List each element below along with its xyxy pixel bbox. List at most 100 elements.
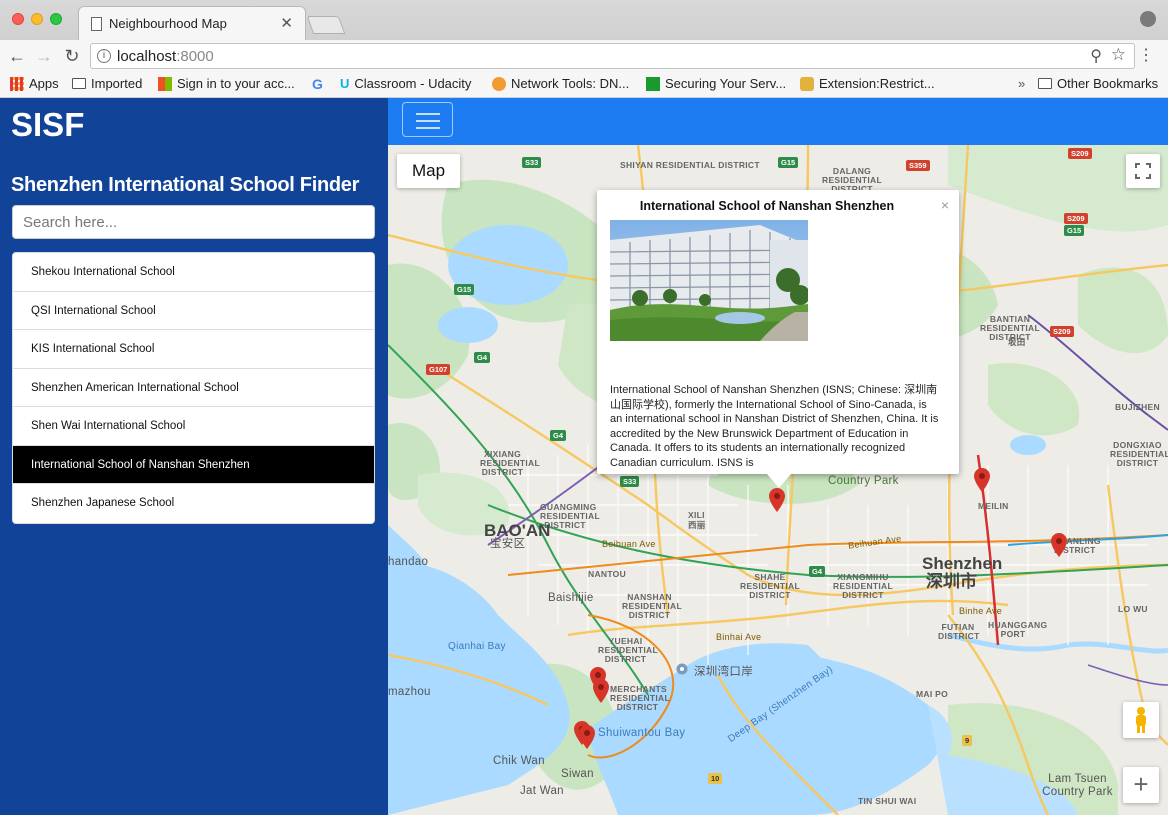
close-icon[interactable]: × [941,197,949,213]
highway-shield: G4 [809,566,826,577]
map-label: 深圳市 [926,572,977,591]
google-icon: G [312,76,323,92]
highway-shield: S359 [906,160,930,171]
forward-arrow-icon[interactable]: → [33,45,55,67]
folder-icon [72,78,86,89]
pegman-icon [1136,707,1146,733]
highway-shield: G15 [1064,225,1085,236]
map-label: DONGXIAO RESIDENTIAL DISTRICT [1110,440,1168,468]
map-label: 西丽 [688,520,706,530]
bookmark-google[interactable]: G [312,76,323,92]
school-photo-image [610,220,808,341]
highway-shield: 10 [708,773,723,784]
window-maximize-button[interactable] [50,13,62,25]
map-canvas[interactable]: S33 G15 S359 S209 G15 G15 G4 G107 S33 G4… [388,145,1168,815]
hamburger-menu-button[interactable] [402,102,453,137]
map-label: XILI [688,510,705,520]
folder-icon [1038,78,1052,89]
site-info-icon[interactable]: i [97,49,111,63]
window-minimize-button[interactable] [31,13,43,25]
list-item[interactable]: Shen Wai International School [13,407,374,446]
list-item[interactable]: KIS International School [13,330,374,369]
bookmark-udacity[interactable]: U Classroom - Udacity [340,76,471,91]
highway-shield: S209 [1064,213,1088,224]
bookmark-securing[interactable]: Securing Your Serv... [646,76,786,91]
sidebar: SISF Shenzhen International School Finde… [0,98,388,815]
bookmark-star-icon[interactable]: ☆ [1111,45,1126,65]
search-input[interactable] [12,205,375,239]
url-text: localhost:8000 [117,48,214,65]
map-label: Chik Wan [493,755,545,767]
bookmark-network-tools[interactable]: Network Tools: DN... [492,76,629,91]
bookmarks-bar: Apps Imported Sign in to your acc... G U… [0,72,1168,98]
map-label: MEILIN [978,501,1009,511]
list-item[interactable]: Shenzhen Japanese School [13,484,374,523]
reload-icon[interactable]: ↻ [61,45,83,67]
microsoft-icon [158,76,172,91]
map-label: Qianhai Bay [448,641,506,652]
brand-logo-text: SISF [11,106,85,143]
zoom-magnifier-icon[interactable]: ⚲ [1090,46,1102,66]
cube-icon [646,76,660,91]
road-label: Beihuan Ave [602,539,656,549]
udacity-icon: U [340,76,350,91]
list-item[interactable]: Shekou International School [13,253,374,292]
zoom-in-button[interactable]: + [1123,767,1159,803]
address-bar[interactable]: i localhost:8000 ⚲ ☆ [90,43,1135,69]
info-window-description: International School of Nanshan Shenzhen… [610,384,939,468]
list-item-selected[interactable]: International School of Nanshan Shenzhen [13,445,374,484]
bookmark-sign-in[interactable]: Sign in to your acc... [158,76,295,91]
school-list: Shekou International School QSI Internat… [12,252,375,524]
highway-shield: 9 [962,735,973,746]
map-label: Shuiwantou Bay [598,727,686,739]
map-label: XIANGMIHU RESIDENTIAL DISTRICT [833,572,893,600]
info-window-title: International School of Nanshan Shenzhen [639,199,895,213]
back-arrow-icon[interactable]: ← [6,45,28,67]
highway-shield: S209 [1068,148,1092,159]
bookmark-imported[interactable]: Imported [72,76,142,91]
map-label: handao [388,556,429,568]
street-view-pegman-button[interactable] [1123,702,1159,738]
map-type-button[interactable]: Map [397,154,460,188]
tab-close-icon[interactable]: ✕ [280,14,293,32]
list-item[interactable]: QSI International School [13,292,374,330]
new-tab-button[interactable] [306,16,346,34]
port-location-icon[interactable] [676,663,688,677]
map-label: XIXIANG RESIDENTIAL DISTRICT [480,449,540,477]
map-label: NANTOU [588,569,627,579]
browser-tab-active[interactable]: Neighbourhood Map ✕ [78,6,306,40]
fullscreen-button[interactable] [1126,154,1160,188]
page-favicon-icon [91,17,102,31]
highway-shield: G15 [454,284,475,295]
extension-icon [800,76,814,91]
bookmark-apps[interactable]: Apps [10,76,59,91]
top-navbar [388,98,1168,145]
school-marker-pin-icon[interactable] [974,468,990,492]
bookmark-other[interactable]: Other Bookmarks [1038,76,1158,91]
map-label: Lam Tsuen Country Park [1042,773,1113,798]
highway-shield: G4 [550,430,567,441]
profile-icon[interactable] [1140,11,1156,27]
bookmarks-overflow-chevron[interactable]: » [1018,76,1025,91]
bookmark-extension[interactable]: Extension:Restrict... [800,76,935,91]
window-close-button[interactable] [12,13,24,25]
map-label: BUJIZHEN [1115,402,1160,412]
highway-shield: S209 [1050,326,1074,337]
school-marker-pin-icon[interactable] [1051,533,1067,557]
school-marker-pin-icon[interactable] [593,679,609,703]
highway-shield: G4 [474,352,491,363]
map-label: Siwan [561,768,594,780]
highway-shield: S33 [620,476,640,487]
highway-shield: S33 [522,157,542,168]
school-marker-pin-icon[interactable] [769,488,785,512]
road-label: Binhai Ave [716,632,762,642]
map-label: 深圳湾口岸 [694,666,753,678]
browser-menu-icon[interactable]: ⋮ [1138,45,1154,65]
school-marker-pin-icon[interactable] [579,725,595,749]
map-label: Baishijie [548,592,594,604]
map-label: mazhou [388,686,431,698]
map-label: 坂田 [1008,337,1026,347]
map-label: FUTIAN DISTRICT [938,622,980,641]
list-item[interactable]: Shenzhen American International School [13,369,374,407]
network-tools-icon [492,76,506,91]
